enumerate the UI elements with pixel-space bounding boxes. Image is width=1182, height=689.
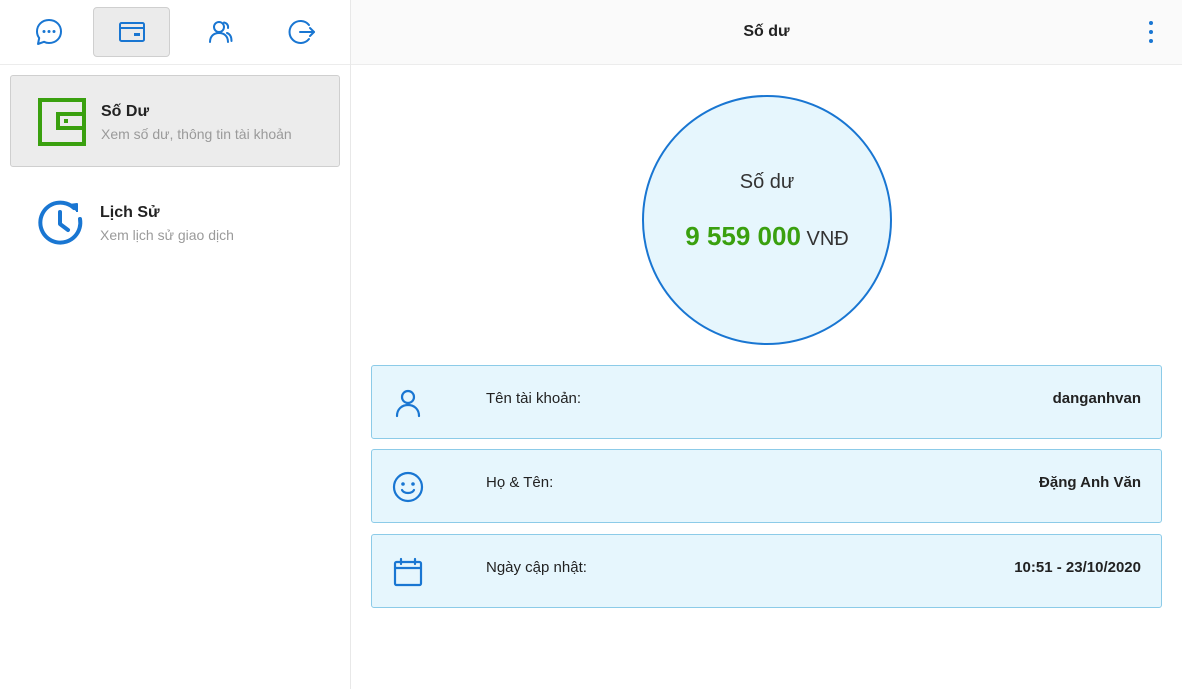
wallet-card-icon [118, 22, 145, 42]
sidebar: Số Dư Xem số dư, thông tin tài khoản Lịc… [0, 0, 351, 689]
balance-label: Số dư [739, 171, 795, 193]
chat-icon [35, 19, 62, 45]
balance-amount-row: 9 559 000 VNĐ [644, 221, 890, 252]
nav-balance-button[interactable] [93, 7, 170, 57]
balance-amount: 9 559 000 [685, 221, 801, 251]
info-value: 10:51 - 23/10/2020 [1014, 559, 1141, 576]
sidebar-item-title: Lịch Sử [100, 204, 160, 221]
balance-circle: Số dư 9 559 000 VNĐ [642, 95, 892, 345]
info-value: Đặng Anh Văn [1039, 474, 1141, 491]
main-content: Số dư Số dư 9 559 000 VNĐ Tên tài khoản:… [351, 0, 1182, 689]
sidebar-item-history[interactable]: Lịch Sử Xem lịch sử giao dịch [10, 177, 340, 269]
calendar-icon [393, 557, 423, 587]
user-group-icon [208, 21, 232, 43]
page-header: Số dư [351, 0, 1182, 65]
info-label: Tên tài khoản: [486, 390, 582, 407]
nav-chat-button[interactable] [10, 7, 87, 57]
logout-icon [288, 20, 315, 44]
history-clock-icon [38, 200, 83, 245]
info-card-updated: Ngày cập nhật: 10:51 - 23/10/2020 [371, 534, 1162, 608]
top-nav [0, 0, 350, 65]
smile-icon [392, 471, 424, 503]
sidebar-item-subtitle: Xem số dư, thông tin tài khoản [101, 126, 292, 142]
sidebar-item-title: Số Dư [101, 103, 150, 120]
sidebar-item-balance[interactable]: Số Dư Xem số dư, thông tin tài khoản [10, 75, 340, 167]
sidebar-item-subtitle: Xem lịch sử giao dịch [100, 227, 234, 243]
app-window: Số Dư Xem số dư, thông tin tài khoản Lịc… [0, 0, 1182, 689]
balance-currency: VNĐ [806, 228, 849, 250]
info-label: Ngày cập nhật: [486, 559, 587, 576]
info-card-username: Tên tài khoản: danganhvan [371, 365, 1162, 439]
info-value: danganhvan [1052, 390, 1141, 407]
nav-users-button[interactable] [181, 7, 258, 57]
wallet-icon [38, 98, 86, 146]
page-title: Số dư [743, 23, 790, 40]
nav-logout-button[interactable] [263, 7, 340, 57]
info-label: Họ & Tên: [486, 474, 554, 491]
user-icon [395, 389, 421, 418]
more-options-icon[interactable] [1142, 18, 1160, 46]
info-card-fullname: Họ & Tên: Đặng Anh Văn [371, 449, 1162, 523]
